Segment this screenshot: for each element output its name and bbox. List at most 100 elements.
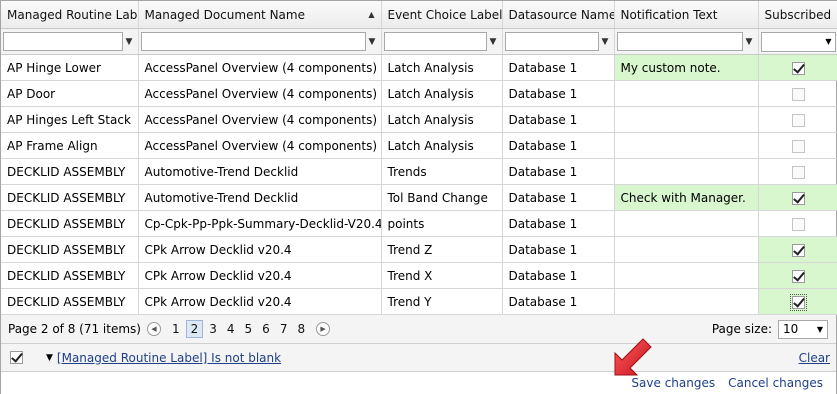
header-row: Managed Routine Label Managed Document N… [1,1,837,29]
page-number-8[interactable]: 8 [293,321,309,337]
cell-note[interactable] [614,158,759,185]
cell-note[interactable] [614,106,759,133]
filter-cell: ▼ [502,28,615,55]
cell-note[interactable]: Check with Manager. [614,184,759,211]
chevron-right-icon[interactable]: ▶ [316,322,331,336]
cell-datasource: Database 1 [502,106,615,133]
col-header-subscribed[interactable]: Subscribed [758,1,837,29]
subscribed-checkbox[interactable] [791,243,805,257]
subscribed-checkbox[interactable] [791,87,805,101]
table-row[interactable]: DECKLID ASSEMBLY Cp-Cpk-Pp-Ppk-Summary-De… [1,210,837,237]
funnel-icon[interactable]: ▼ [743,37,756,47]
page-size: Page size: 10 ▼ [712,319,828,339]
cell-routine: AP Frame Align [1,132,139,159]
filter-cell: ▼ [614,28,759,55]
table-row[interactable]: AP Hinge Lower AccessPanel Overview (4 co… [1,54,837,81]
filter-datasource-input[interactable] [504,32,599,51]
pager: Page 2 of 8 (71 items) ◀ 12345678 ▶ Page… [1,315,836,344]
cell-note[interactable]: My custom note. [614,54,759,81]
filter-event-input[interactable] [383,32,487,51]
cell-routine: AP Door [1,80,139,107]
cell-datasource: Database 1 [502,184,615,211]
cell-note[interactable] [614,262,759,289]
save-changes-link[interactable]: Save changes [631,376,715,390]
page-number-4[interactable]: 4 [223,321,239,337]
table-row[interactable]: AP Frame Align AccessPanel Overview (4 co… [1,132,837,159]
cell-datasource: Database 1 [502,132,615,159]
subscribed-checkbox[interactable] [791,113,805,127]
clear-filter-link[interactable]: Clear [799,351,830,365]
page-number-1[interactable]: 1 [168,321,184,337]
cancel-changes-link[interactable]: Cancel changes [728,376,823,390]
chevron-left-icon[interactable]: ◀ [146,322,161,336]
pager-info: Page 2 of 8 (71 items) [8,322,141,336]
cell-routine: DECKLID ASSEMBLY [1,210,139,237]
cell-routine: DECKLID ASSEMBLY [1,262,139,289]
subscribed-checkbox[interactable] [791,191,805,205]
cell-document: AccessPanel Overview (4 components) [138,80,382,107]
cell-subscribed [758,236,837,263]
filter-bar: ▼ [Managed Routine Label] Is not blank C… [1,344,836,372]
funnel-icon[interactable]: ▼ [366,37,379,47]
col-header-notification[interactable]: Notification Text [614,1,759,29]
filter-enabled-checkbox[interactable] [10,351,23,364]
col-header-document[interactable]: Managed Document Name ▲ [138,1,382,29]
cell-subscribed [758,106,837,133]
action-bar: Save changes Cancel changes [1,372,836,394]
col-header-event[interactable]: Event Choice Label [381,1,503,29]
cell-datasource: Database 1 [502,54,615,81]
table-row[interactable]: DECKLID ASSEMBLY CPk Arrow Decklid v20.4 T… [1,288,837,315]
cell-event: Latch Analysis [381,106,503,133]
cell-routine: AP Hinges Left Stack [1,106,139,133]
table-row[interactable]: AP Door AccessPanel Overview (4 component… [1,80,837,107]
page-number-3[interactable]: 3 [205,321,221,337]
table-row[interactable]: DECKLID ASSEMBLY Automotive-Trend Decklid… [1,158,837,185]
cell-subscribed [758,184,837,211]
col-label: Datasource Name [508,7,614,22]
page-number-7[interactable]: 7 [276,321,292,337]
cell-document: Cp-Cpk-Pp-Ppk-Summary-Decklid-V20.4 [138,210,382,237]
cell-datasource: Database 1 [502,288,615,315]
cell-routine: DECKLID ASSEMBLY [1,158,139,185]
col-header-routine[interactable]: Managed Routine Label [1,1,139,29]
page-number-2[interactable]: 2 [185,320,204,338]
filter-document-input[interactable] [140,32,366,51]
cell-routine: DECKLID ASSEMBLY [1,288,139,315]
subscribed-checkbox[interactable] [791,61,805,75]
subscribed-checkbox[interactable] [791,139,805,153]
cell-event: points [381,210,503,237]
cell-note[interactable] [614,236,759,263]
page-size-select[interactable]: 10 ▼ [778,319,828,339]
cell-event: Trends [381,158,503,185]
filter-subscribed-select[interactable]: ▼ [760,31,836,52]
funnel-icon[interactable]: ▼ [123,37,136,47]
table-row[interactable]: DECKLID ASSEMBLY CPk Arrow Decklid v20.4 T… [1,262,837,289]
filter-routine-input[interactable] [3,32,123,51]
cell-document: AccessPanel Overview (4 components) [138,106,382,133]
subscribed-checkbox[interactable] [791,269,805,283]
subscribed-checkbox[interactable] [791,165,805,179]
funnel-icon[interactable]: ▼ [599,37,612,47]
table-row[interactable]: AP Hinges Left Stack AccessPanel Overview… [1,106,837,133]
subscribed-checkbox[interactable] [791,217,805,231]
cell-note[interactable] [614,288,759,315]
col-label: Managed Document Name [144,7,305,22]
cell-note[interactable] [614,132,759,159]
col-header-datasource[interactable]: Datasource Name [502,1,615,29]
filter-notification-input[interactable] [616,32,743,51]
cell-note[interactable] [614,80,759,107]
cell-document: CPk Arrow Decklid v20.4 [138,262,382,289]
page-number-5[interactable]: 5 [241,321,257,337]
funnel-icon[interactable]: ▼ [487,37,500,47]
page-number-6[interactable]: 6 [258,321,274,337]
cell-note[interactable] [614,210,759,237]
funnel-icon: ▼ [46,352,53,363]
filter-expression-link[interactable]: [Managed Routine Label] Is not blank [57,351,281,365]
filter-cell: ▼ [381,28,503,55]
red-arrow-icon [614,338,652,376]
cell-routine: DECKLID ASSEMBLY [1,236,139,263]
table-row[interactable]: DECKLID ASSEMBLY Automotive-Trend Decklid… [1,184,837,211]
table-row[interactable]: DECKLID ASSEMBLY CPk Arrow Decklid v20.4 T… [1,236,837,263]
cell-subscribed [758,132,837,159]
subscribed-checkbox[interactable] [789,293,807,311]
